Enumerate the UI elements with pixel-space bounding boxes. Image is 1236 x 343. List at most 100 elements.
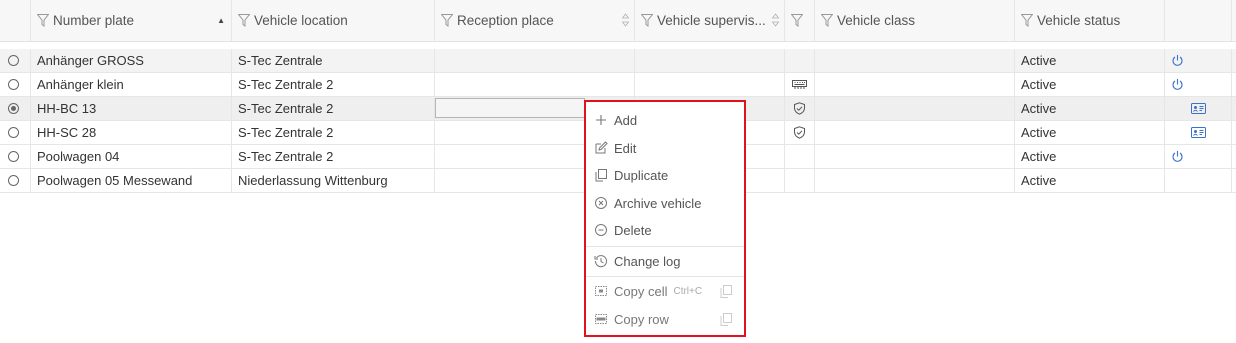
class-cell[interactable] xyxy=(815,97,1015,120)
menu-item-archive-vehicle[interactable]: Archive vehicle xyxy=(586,190,744,216)
status-cell[interactable]: Active xyxy=(1015,169,1165,192)
id-card-icon[interactable] xyxy=(1190,127,1206,138)
header-label: Reception place xyxy=(457,13,554,28)
status-cell[interactable]: Active xyxy=(1015,145,1165,168)
table-row[interactable]: Anhänger klein S-Tec Zentrale 2 Active xyxy=(0,73,1236,97)
status-cell[interactable]: Active xyxy=(1015,73,1165,96)
header-flag-column[interactable] xyxy=(785,0,815,41)
id-card-icon[interactable] xyxy=(1190,103,1206,114)
menu-item-add[interactable]: Add xyxy=(586,107,744,133)
reception-cell[interactable] xyxy=(435,49,635,72)
filter-icon[interactable] xyxy=(641,14,653,27)
reception-place-editor[interactable] xyxy=(435,98,585,118)
location-cell[interactable]: S-Tec Zentrale 2 xyxy=(232,97,435,120)
plate-cell[interactable]: Anhänger klein xyxy=(31,73,232,96)
shield-check-icon xyxy=(793,102,806,115)
action-cell[interactable] xyxy=(1165,73,1232,96)
header-reception-place[interactable]: Reception place xyxy=(435,0,635,41)
supervisor-cell[interactable] xyxy=(635,73,785,96)
header-vehicle-class[interactable]: Vehicle class xyxy=(815,0,1015,41)
action-cell[interactable] xyxy=(1165,121,1232,144)
menu-item-label: Copy row xyxy=(614,311,669,327)
action-cell[interactable] xyxy=(1165,145,1232,168)
status-cell[interactable]: Active xyxy=(1015,121,1165,144)
plate-value: Anhänger GROSS xyxy=(37,53,144,68)
location-value: S-Tec Zentrale 2 xyxy=(238,149,334,164)
class-cell[interactable] xyxy=(815,169,1015,192)
flag-cell xyxy=(785,49,815,72)
menu-item-copy-cell[interactable]: Copy cell Ctrl+C xyxy=(586,278,744,304)
filter-icon[interactable] xyxy=(821,14,833,27)
sort-ascending-icon[interactable]: ▲ xyxy=(217,16,225,25)
row-select-radio[interactable] xyxy=(8,127,19,138)
plate-cell[interactable]: Anhänger GROSS xyxy=(31,49,232,72)
filter-icon[interactable] xyxy=(238,14,250,27)
menu-item-label: Edit xyxy=(614,140,637,156)
header-label: Vehicle class xyxy=(837,13,916,28)
status-value: Active xyxy=(1021,125,1057,140)
location-cell[interactable]: S-Tec Zentrale 2 xyxy=(232,145,435,168)
power-icon[interactable] xyxy=(1171,150,1184,163)
row-select-cell[interactable] xyxy=(0,49,31,72)
location-cell[interactable]: Niederlassung Wittenburg xyxy=(232,169,435,192)
menu-item-label: Delete xyxy=(614,222,652,238)
sort-icon[interactable] xyxy=(772,13,779,27)
menu-item-label: Copy cell xyxy=(614,283,668,299)
header-number-plate[interactable]: Number plate ▲ xyxy=(31,0,232,41)
class-cell[interactable] xyxy=(815,145,1015,168)
class-cell[interactable] xyxy=(815,49,1015,72)
filter-icon[interactable] xyxy=(37,14,49,27)
location-cell[interactable]: S-Tec Zentrale 2 xyxy=(232,73,435,96)
header-vehicle-supervisor[interactable]: Vehicle supervis... xyxy=(635,0,785,41)
supervisor-cell[interactable] xyxy=(635,49,785,72)
row-select-cell[interactable] xyxy=(0,145,31,168)
status-cell[interactable]: Active xyxy=(1015,97,1165,120)
filter-icon[interactable] xyxy=(791,14,803,27)
class-cell[interactable] xyxy=(815,73,1015,96)
duplicate-icon xyxy=(595,169,607,182)
header-label: Vehicle location xyxy=(254,13,348,28)
class-cell[interactable] xyxy=(815,121,1015,144)
row-select-radio[interactable] xyxy=(8,55,19,66)
row-select-radio[interactable] xyxy=(8,79,19,90)
plate-cell[interactable]: HH-SC 28 xyxy=(31,121,232,144)
power-icon[interactable] xyxy=(1171,54,1184,67)
row-select-cell[interactable] xyxy=(0,97,31,120)
menu-item-edit[interactable]: Edit xyxy=(586,135,744,161)
plate-cell[interactable]: Poolwagen 04 xyxy=(31,145,232,168)
location-cell[interactable]: S-Tec Zentrale 2 xyxy=(232,121,435,144)
power-icon[interactable] xyxy=(1171,78,1184,91)
location-cell[interactable]: S-Tec Zentrale xyxy=(232,49,435,72)
header-vehicle-status[interactable]: Vehicle status xyxy=(1015,0,1165,41)
sort-icon[interactable] xyxy=(622,13,629,27)
menu-item-label: Change log xyxy=(614,253,681,269)
header-select-column xyxy=(0,0,31,41)
menu-item-change-log[interactable]: Change log xyxy=(586,248,744,274)
status-value: Active xyxy=(1021,101,1057,116)
plate-cell[interactable]: HH-BC 13 xyxy=(31,97,232,120)
action-cell[interactable] xyxy=(1165,97,1232,120)
location-value: S-Tec Zentrale 2 xyxy=(238,125,334,140)
menu-item-delete[interactable]: Delete xyxy=(586,217,744,243)
row-select-cell[interactable] xyxy=(0,169,31,192)
plate-value: HH-BC 13 xyxy=(37,101,97,116)
reception-cell[interactable] xyxy=(435,73,635,96)
row-select-radio[interactable] xyxy=(8,175,19,186)
header-vehicle-location[interactable]: Vehicle location xyxy=(232,0,435,41)
row-select-radio[interactable] xyxy=(8,151,19,162)
header-label: Vehicle status xyxy=(1037,13,1121,28)
row-select-radio[interactable] xyxy=(8,103,19,114)
menu-item-label: Duplicate xyxy=(614,167,669,183)
filter-icon[interactable] xyxy=(1021,14,1033,27)
plate-cell[interactable]: Poolwagen 05 Messewand xyxy=(31,169,232,192)
action-cell[interactable] xyxy=(1165,49,1232,72)
filter-icon[interactable] xyxy=(441,14,453,27)
menu-item-copy-row[interactable]: Copy row xyxy=(586,306,744,332)
table-row[interactable]: Anhänger GROSS S-Tec Zentrale Active xyxy=(0,49,1236,73)
flag-cell xyxy=(785,121,815,144)
row-select-cell[interactable] xyxy=(0,121,31,144)
status-value: Active xyxy=(1021,149,1057,164)
status-cell[interactable]: Active xyxy=(1015,49,1165,72)
menu-item-duplicate[interactable]: Duplicate xyxy=(586,162,744,188)
row-select-cell[interactable] xyxy=(0,73,31,96)
